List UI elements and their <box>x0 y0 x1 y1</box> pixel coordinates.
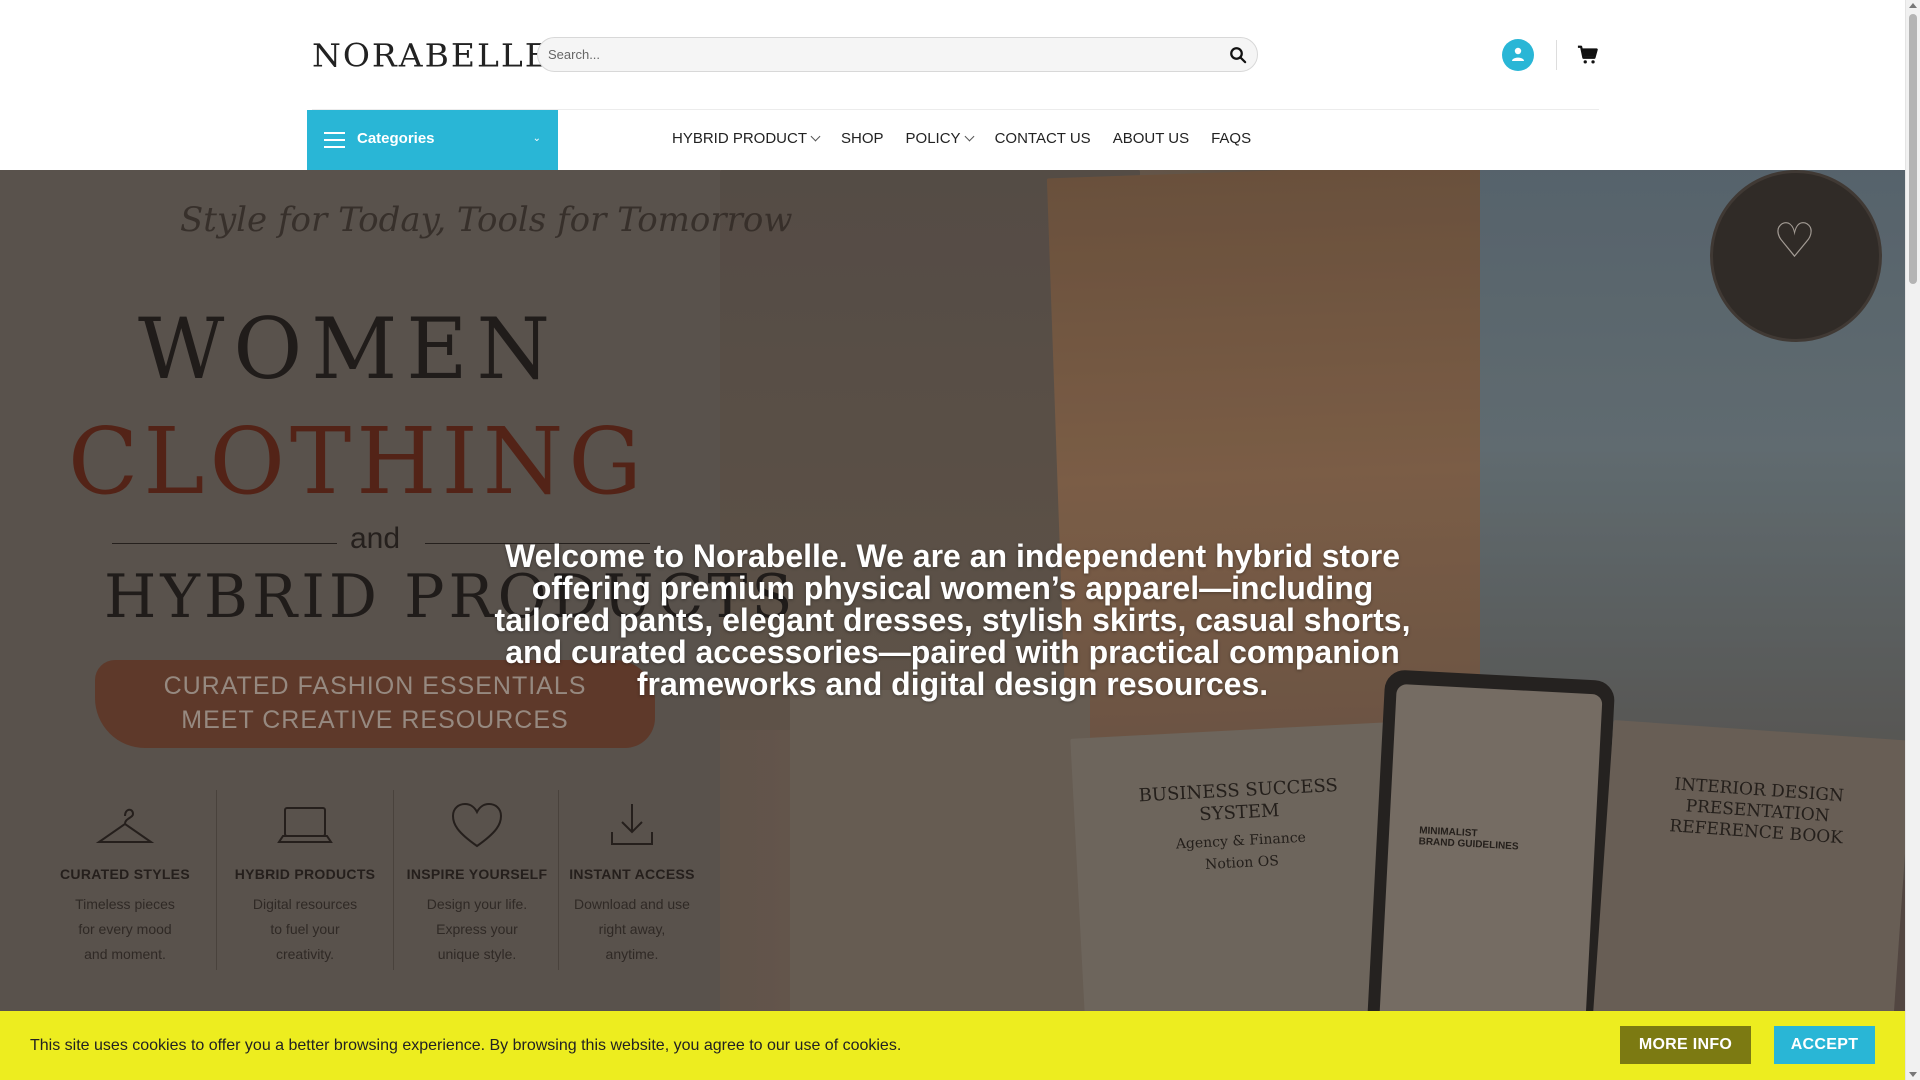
cookie-banner: This site uses cookies to offer you a be… <box>0 1011 1905 1080</box>
nav-contact-us[interactable]: CONTACT US <box>995 130 1091 147</box>
scroll-up-icon[interactable] <box>1909 3 1917 8</box>
nav-label: ABOUT US <box>1112 130 1190 147</box>
cart-icon[interactable] <box>1577 44 1599 66</box>
welcome-message: Welcome to Norabelle. We are an independ… <box>494 538 1411 702</box>
nav-label: CONTACT US <box>994 130 1091 147</box>
search-bar <box>537 37 1258 72</box>
scrollbar-thumb[interactable] <box>1909 14 1917 284</box>
cookie-message: This site uses cookies to offer you a be… <box>30 1037 902 1054</box>
nav-label: SHOP <box>841 130 884 147</box>
main-nav: HYBRID PRODUCT SHOP POLICY CONTACT US AB… <box>672 130 1273 147</box>
nav-label: HYBRID PRODUCT <box>672 130 808 147</box>
chevron-down-icon <box>810 131 821 142</box>
categories-dropdown[interactable]: Categories ⌄ <box>307 110 558 170</box>
chevron-down-icon: ⌄ <box>532 133 541 144</box>
page-scrollbar[interactable] <box>1905 0 1920 1080</box>
nav-label: FAQS <box>1211 130 1252 147</box>
user-icon <box>1512 47 1524 61</box>
site-header: NORABELLE Categories ⌄ <box>0 0 1905 170</box>
page: NORABELLE Categories ⌄ <box>0 0 1905 1080</box>
nav-shop[interactable]: SHOP <box>841 130 884 147</box>
categories-label: Categories <box>357 130 435 147</box>
scroll-down-icon[interactable] <box>1909 1072 1917 1077</box>
search-input[interactable] <box>548 38 1208 71</box>
menu-icon <box>324 132 345 148</box>
nav-about-us[interactable]: ABOUT US <box>1113 130 1189 147</box>
accept-cookies-button[interactable]: ACCEPT <box>1774 1026 1875 1064</box>
chevron-down-icon <box>964 131 975 142</box>
site-logo[interactable]: NORABELLE <box>312 37 551 74</box>
search-icon[interactable] <box>1229 46 1247 64</box>
header-divider <box>1556 40 1557 70</box>
hero-banner: BUSINESS SUCCESS SYSTEM Agency & Finance… <box>0 170 1905 1080</box>
nav-faqs[interactable]: FAQS <box>1211 130 1251 147</box>
nav-policy[interactable]: POLICY <box>905 130 975 147</box>
nav-hybrid-product[interactable]: HYBRID PRODUCT <box>672 130 821 147</box>
nav-label: POLICY <box>905 130 961 147</box>
more-info-button[interactable]: MORE INFO <box>1620 1026 1751 1064</box>
account-button[interactable] <box>1502 39 1534 71</box>
